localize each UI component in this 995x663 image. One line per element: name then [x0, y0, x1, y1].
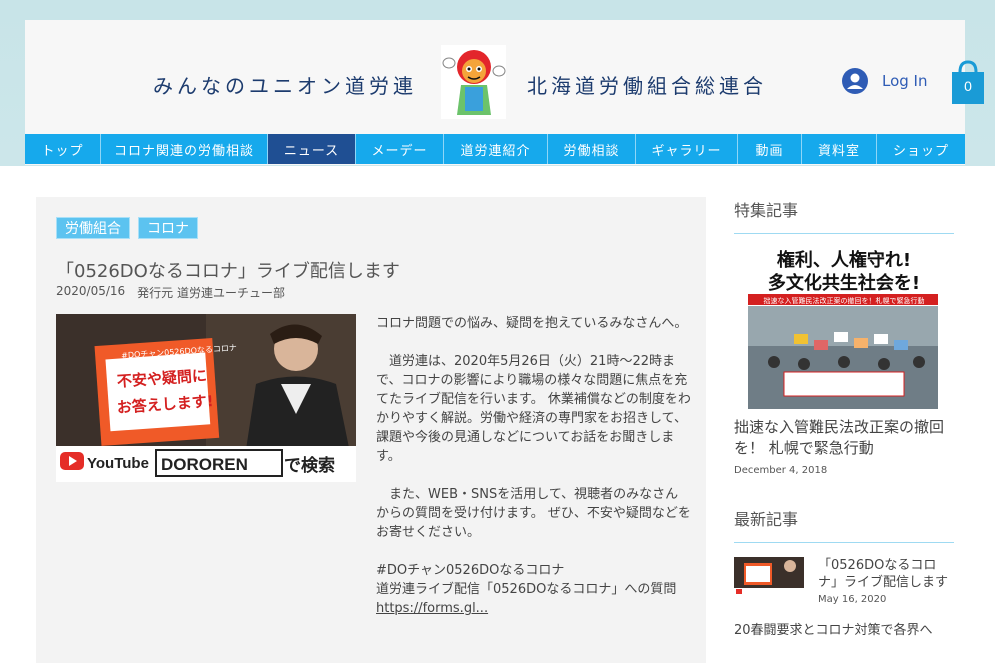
featured-image[interactable]: 権利、人権守れ! 多文化共生社会を! 拙速な入管難民法改正案の撤回を！札幌で緊急…: [734, 244, 954, 409]
nav-item-6[interactable]: ギャラリー: [636, 134, 738, 164]
login-label: Log In: [882, 72, 928, 90]
recent-next-title[interactable]: 20春闘要求とコロナ対策で各界へ: [734, 619, 954, 638]
paragraph: コロナ問題での悩み、疑問を抱えているみなさんへ。: [376, 316, 688, 331]
article-image[interactable]: #DOチャン0526DOなるコロナ 不安や疑問に お答えします! YouTube…: [56, 314, 356, 482]
nav-item-3[interactable]: メーデー: [356, 134, 444, 164]
hashtag: #DOチャン0526DOなるコロナ: [376, 563, 565, 578]
sidebar: 特集記事 権利、人権守れ! 多文化共生社会を! 拙速な入管難民法改正案の撤回を！…: [734, 197, 954, 638]
featured-image-art: 権利、人権守れ! 多文化共生社会を! 拙速な入管難民法改正案の撤回を！札幌で緊急…: [734, 244, 954, 409]
post-meta: 2020/05/16 発行元 道労連ユーチュー部: [56, 284, 285, 301]
recent-title: 「0526DOなるコロナ」ライブ配信します: [818, 558, 949, 590]
paragraph: 道労連は、2020年5月26日（火）21時～22時まで、コロナの影響により職場の…: [376, 354, 691, 464]
site-title-left[interactable]: みんなのユニオン道労連: [153, 70, 417, 99]
user-avatar-icon: [842, 68, 868, 94]
mascot-logo[interactable]: [441, 45, 506, 119]
site-title-right[interactable]: 北海道労働組合総連合: [527, 70, 767, 99]
nav-item-1[interactable]: コロナ関連の労働相談: [101, 134, 268, 164]
tag-corona[interactable]: コロナ: [138, 217, 198, 239]
nav-item-4[interactable]: 道労連紹介: [444, 134, 548, 164]
paragraph: また、WEB・SNSを活用して、視聴者のみなさんからの質問を受け付けます。 ぜひ…: [376, 487, 691, 540]
featured-img-line1: 権利、人権守れ!: [777, 249, 911, 271]
nav-item-7[interactable]: 動画: [738, 134, 802, 164]
login-button[interactable]: Log In: [842, 68, 928, 94]
nav-item-0[interactable]: トップ: [25, 134, 101, 164]
post-date: 2020/05/16: [56, 284, 126, 298]
post-title: 「0526DOなるコロナ」ライブ配信します: [56, 261, 400, 282]
main-nav: トップ コロナ関連の労働相談 ニュース メーデー 道労連紹介 労働相談 ギャラリー 動画 資料室…: [25, 134, 965, 164]
form-link[interactable]: https://forms.gl...: [376, 601, 488, 616]
cart-button[interactable]: 0: [950, 60, 990, 106]
article-image-art: #DOチャン0526DOなるコロナ 不安や疑問に お答えします! YouTube…: [56, 314, 356, 482]
recent-date: May 16, 2020: [818, 594, 887, 605]
nav-item-5[interactable]: 労働相談: [548, 134, 636, 164]
channel-text: DOROREN: [161, 455, 248, 474]
youtube-text: YouTube: [87, 455, 149, 472]
post-publisher: 発行元 道労連ユーチュー部: [137, 286, 285, 300]
nav-item-2[interactable]: ニュース: [268, 134, 356, 164]
featured-title[interactable]: 拙速な入管難民法改正案の撤回を！ 札幌で緊急行動: [734, 417, 954, 459]
featured-img-line2: 多文化共生社会を!: [768, 272, 920, 294]
featured-heading: 特集記事: [734, 197, 954, 234]
form-label: 道労連ライブ配信「0526DOなるコロナ」への質問: [376, 582, 677, 597]
recent-thumbnail-art: [734, 557, 804, 596]
nav-item-9[interactable]: ショップ: [877, 134, 965, 164]
featured-img-sub: 拙速な入管難民法改正案の撤回を！札幌で緊急行動: [764, 296, 925, 305]
tag-labor-union[interactable]: 労働組合: [56, 217, 130, 239]
tag-list: 労働組合 コロナ: [56, 217, 198, 239]
article: 労働組合 コロナ 「0526DOなるコロナ」ライブ配信します 2020/05/1…: [36, 197, 706, 663]
list-item[interactable]: 「0526DOなるコロナ」ライブ配信します May 16, 2020: [734, 557, 954, 605]
featured-date: December 4, 2018: [734, 465, 828, 476]
cart-count: 0: [964, 78, 972, 94]
recent-heading: 最新記事: [734, 506, 954, 543]
article-body: コロナ問題での悩み、疑問を抱えているみなさんへ。 道労連は、2020年5月26日…: [376, 314, 691, 618]
nav-item-8[interactable]: 資料室: [802, 134, 877, 164]
search-text: で検索: [284, 455, 335, 476]
recent-thumbnail: [734, 557, 804, 596]
